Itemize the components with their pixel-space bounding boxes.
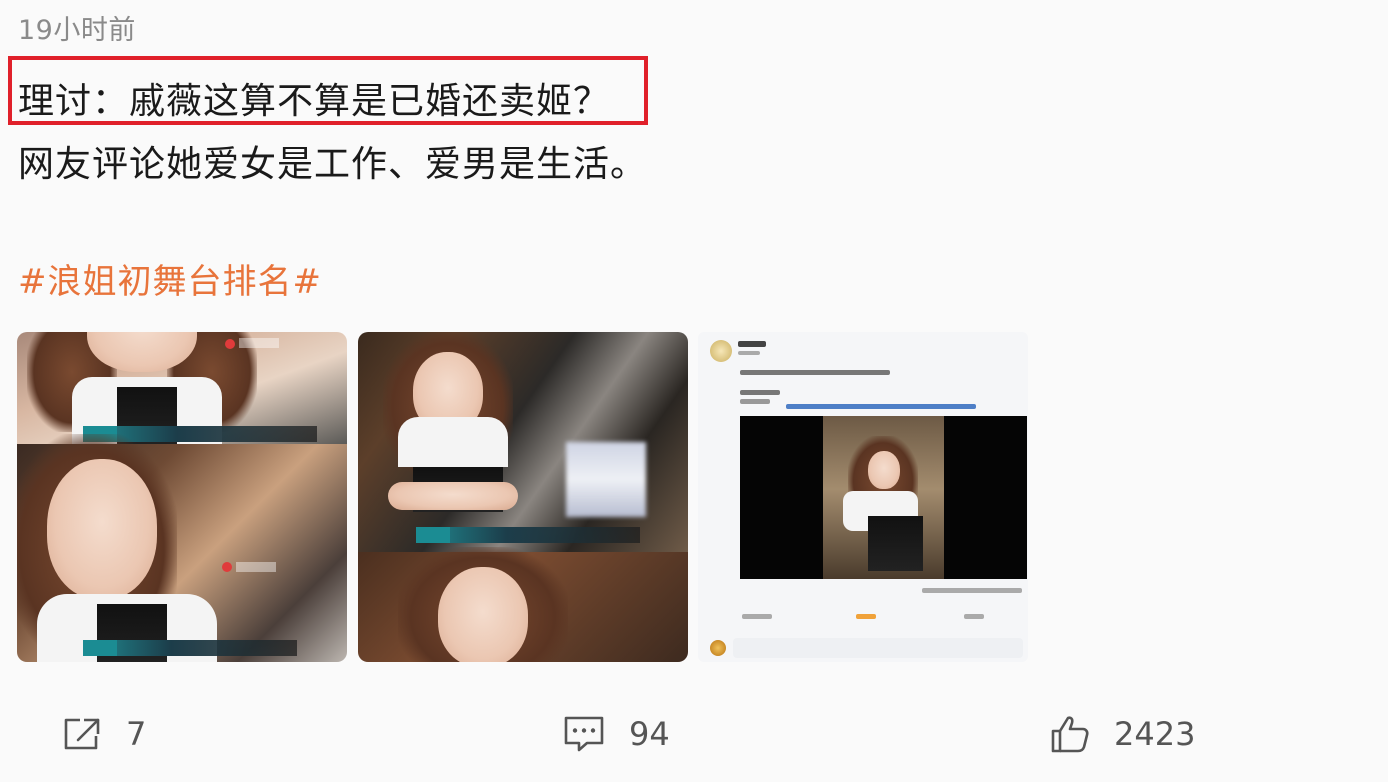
post-image-3[interactable]: [698, 332, 1028, 662]
image-scene: [358, 547, 688, 662]
screenshot-text-line: [740, 370, 890, 375]
like-count: 2423: [1114, 715, 1196, 753]
screenshot-video: [740, 416, 1027, 579]
video-frame: [823, 416, 944, 579]
share-button[interactable]: 7: [62, 712, 146, 756]
watermark-logo-icon: [222, 562, 232, 572]
image-scene: [17, 434, 347, 662]
share-icon: [64, 718, 100, 750]
screenshot-text-line: [856, 614, 876, 619]
image-scene: [358, 332, 688, 552]
weibo-post: 19小时前 理讨：戚薇这算不算是已婚还卖姬？ 网友评论她爱女是工作、爱男是生活。…: [0, 0, 1388, 782]
screenshot-comment-box: [733, 638, 1023, 658]
screenshot-text-line: [742, 614, 772, 619]
screenshot-username: [738, 341, 766, 347]
screenshot-text-line: [740, 399, 770, 404]
post-body-line: 网友评论她爱女是工作、爱男是生活。: [18, 144, 648, 185]
screenshot-subtitle: [738, 351, 760, 355]
hashtag-link[interactable]: #浪姐初舞台排名#: [18, 254, 322, 303]
image-tank: [868, 516, 923, 571]
comment-icon: [564, 716, 604, 752]
image-shirt: [398, 417, 508, 467]
caption-tag: [416, 527, 450, 543]
screenshot-text-line: [964, 614, 984, 619]
thumbs-up-icon: [1051, 716, 1089, 753]
caption-bar: [117, 640, 297, 656]
image-face: [47, 459, 157, 599]
post-image-2[interactable]: [358, 332, 688, 662]
comment-count: 94: [629, 715, 670, 753]
screenshot-text-line: [740, 390, 780, 395]
image-face: [868, 451, 900, 489]
comment-button[interactable]: 94: [563, 712, 670, 756]
like-button[interactable]: 2423: [1050, 712, 1195, 756]
image-scene: [17, 332, 347, 447]
watermark-logo-icon: [225, 339, 235, 349]
screenshot-link-line: [786, 404, 976, 409]
share-count: 7: [126, 715, 147, 753]
avatar: [710, 340, 732, 362]
image-arms: [388, 482, 518, 510]
post-timestamp: 19小时前: [18, 15, 136, 46]
commenter-avatar-icon: [710, 640, 726, 656]
watermark: [239, 338, 279, 348]
caption-bar: [450, 527, 640, 543]
screenshot-text-line: [922, 588, 1022, 593]
post-title-line: 理讨：戚薇这算不算是已婚还卖姬？: [18, 81, 611, 122]
blurred-region: [566, 442, 646, 517]
image-face: [438, 567, 528, 662]
post-image-1[interactable]: [17, 332, 347, 662]
watermark: [236, 562, 276, 572]
caption-tag: [83, 640, 117, 656]
